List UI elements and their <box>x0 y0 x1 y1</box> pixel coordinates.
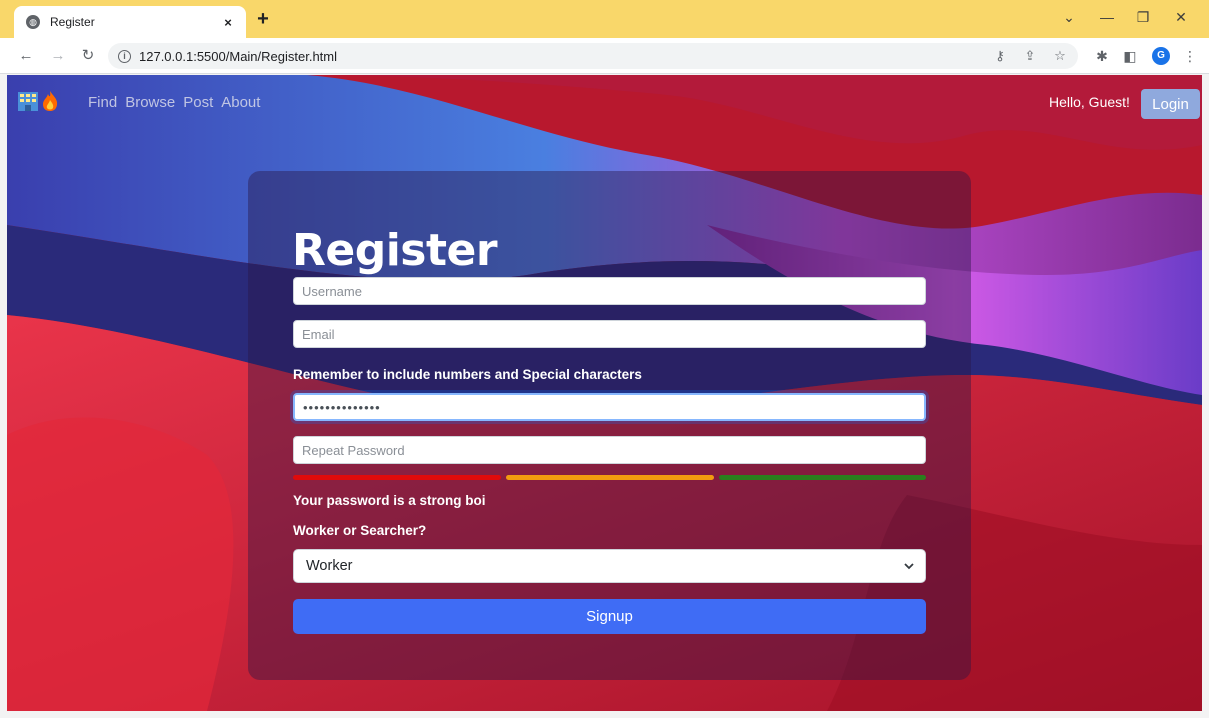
email-input[interactable] <box>293 320 926 348</box>
role-selected-value: Worker <box>306 558 353 574</box>
password-input[interactable] <box>293 393 926 421</box>
tab-title: Register <box>50 15 95 29</box>
key-icon[interactable]: ⚷ <box>992 47 1008 65</box>
nav-link-browse[interactable]: Browse <box>125 94 175 111</box>
back-icon[interactable]: ← <box>16 46 36 66</box>
globe-icon: ◍ <box>26 15 40 29</box>
password-hint: Remember to include numbers and Special … <box>293 367 642 382</box>
signup-button[interactable]: Signup <box>293 599 926 634</box>
browser-toolbar: ← → ↻ i 127.0.0.1:5500/Main/Register.htm… <box>0 38 1209 74</box>
login-button[interactable]: Login <box>1141 89 1200 119</box>
browser-tab-bar: ◍ Register × + ⌄ — ❐ ✕ <box>0 0 1209 38</box>
minimize-icon[interactable]: — <box>1092 6 1122 28</box>
page-viewport: Find Browse Post About Hello, Guest! Log… <box>7 75 1202 711</box>
tab-close-icon[interactable]: × <box>220 15 236 30</box>
nav-link-post[interactable]: Post <box>183 94 213 111</box>
nav-link-find[interactable]: Find <box>88 94 117 111</box>
close-window-icon[interactable]: ✕ <box>1166 6 1196 28</box>
url-text: 127.0.0.1:5500/Main/Register.html <box>139 48 338 64</box>
nav-links: Find Browse Post About <box>88 94 260 111</box>
page-title: Register <box>292 225 498 276</box>
strength-bar-medium <box>506 475 714 480</box>
username-input[interactable] <box>293 277 926 305</box>
forward-icon[interactable]: → <box>48 46 68 66</box>
chevron-down-icon <box>904 563 914 570</box>
star-icon[interactable]: ☆ <box>1052 47 1068 65</box>
site-navbar: Find Browse Post About Hello, Guest! Log… <box>7 75 1202 131</box>
strength-bar-strong <box>719 475 926 480</box>
strength-bar-weak <box>293 475 501 480</box>
restore-icon[interactable]: ❐ <box>1128 6 1158 28</box>
menu-icon[interactable]: ⋮ <box>1180 46 1200 66</box>
flame-icon <box>43 91 58 111</box>
browser-tab[interactable]: ◍ Register × <box>14 6 246 38</box>
repeat-password-input[interactable] <box>293 436 926 464</box>
password-strength-text: Your password is a strong boi <box>293 493 486 508</box>
sidebar-icon[interactable]: ◧ <box>1120 46 1140 66</box>
greeting-text: Hello, Guest! <box>1049 94 1130 110</box>
role-select[interactable]: Worker <box>293 549 926 583</box>
share-icon[interactable]: ⇪ <box>1022 47 1038 65</box>
avatar[interactable]: G <box>1152 47 1170 65</box>
nav-link-about[interactable]: About <box>221 94 260 111</box>
building-icon <box>18 92 38 111</box>
new-tab-button[interactable]: + <box>252 9 274 31</box>
reload-icon[interactable]: ↻ <box>78 46 98 66</box>
puzzle-icon[interactable]: ✱ <box>1092 46 1112 66</box>
tab-search-icon[interactable]: ⌄ <box>1054 6 1084 28</box>
brand-logo[interactable] <box>17 90 59 112</box>
role-label: Worker or Searcher? <box>293 523 427 538</box>
address-bar[interactable]: i 127.0.0.1:5500/Main/Register.html ⚷ ⇪ … <box>108 43 1078 69</box>
register-card: Register Remember to include numbers and… <box>248 171 971 680</box>
info-icon[interactable]: i <box>118 49 131 63</box>
